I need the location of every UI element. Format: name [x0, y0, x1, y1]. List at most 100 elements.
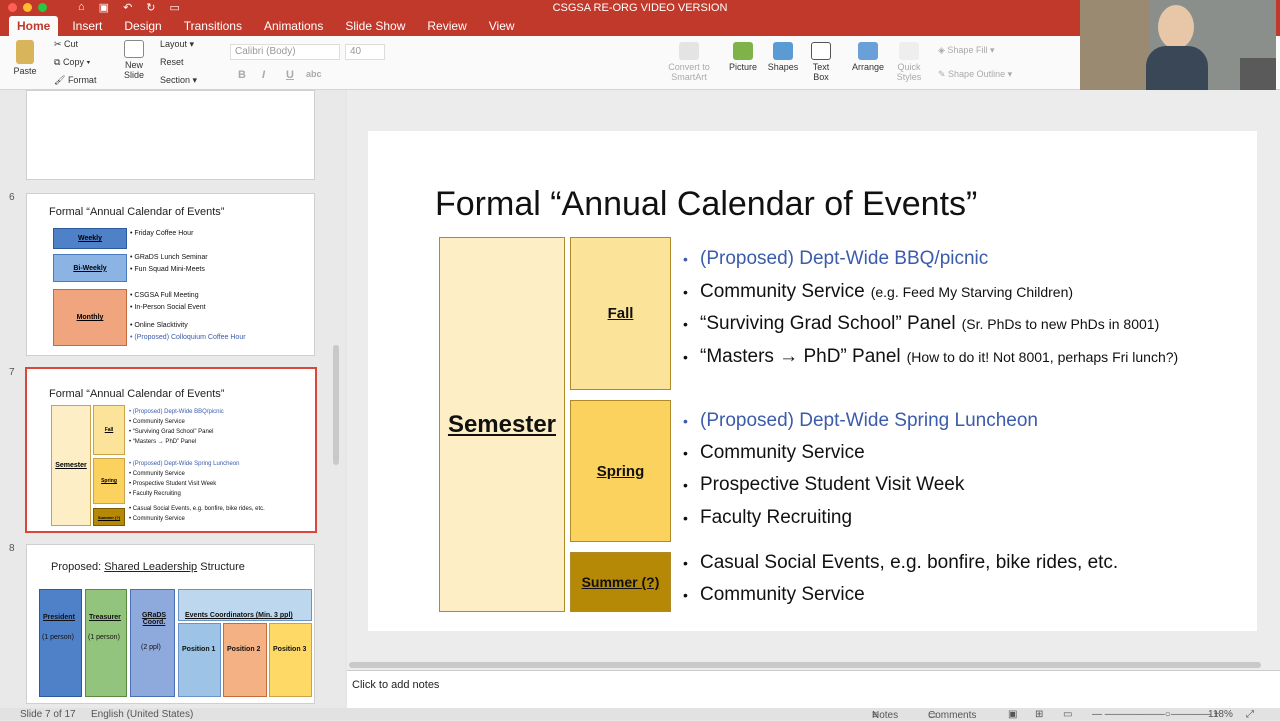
fall-item: • (Proposed) Dept-Wide BBQ/picnic: [683, 248, 989, 269]
main-slide[interactable]: Formal “Annual Calendar of Events” Semes…: [368, 131, 1257, 631]
tab-animations[interactable]: Animations: [256, 16, 331, 36]
arrange-button[interactable]: Arrange: [850, 42, 886, 72]
presenter-face-image: [1158, 5, 1194, 49]
normal-view-icon[interactable]: ▣: [1008, 709, 1017, 720]
thumb-line: • Fun Squad Mini-Meets: [130, 266, 205, 273]
brush-icon: 🖌: [54, 75, 68, 85]
thumb-line: • CSGSA Full Meeting: [130, 292, 199, 299]
slide-thumbnail-7-selected[interactable]: Formal “Annual Calendar of Events” Semes…: [25, 367, 317, 533]
italic-button[interactable]: I: [262, 69, 265, 81]
thumb-line: • Faculty Recruiting: [129, 491, 181, 497]
font-family-select[interactable]: Calibri (Body): [230, 44, 340, 60]
paste-button[interactable]: Paste: [10, 40, 40, 76]
slide-number-6: 6: [9, 192, 15, 203]
picture-button[interactable]: Picture: [728, 42, 758, 72]
thumb-title: Proposed: Shared Leadership Structure: [51, 561, 245, 573]
slide-thumbnail-5[interactable]: [26, 90, 315, 180]
quick-styles-button[interactable]: Quick Styles: [893, 42, 925, 82]
thumb-line: • “Surviving Grad School” Panel: [129, 429, 214, 435]
tab-slide-show[interactable]: Slide Show: [337, 16, 413, 36]
convert-smartart-button[interactable]: Convert to SmartArt: [665, 42, 713, 82]
scroll-thumb[interactable]: [349, 662, 1261, 668]
fall-box[interactable]: Fall: [570, 237, 671, 390]
zoom-slider[interactable]: — ——————○———— +: [1092, 709, 1219, 720]
tab-review[interactable]: Review: [419, 16, 474, 36]
reading-view-icon[interactable]: ▭: [1063, 709, 1072, 720]
thumb-semester-box: Semester: [51, 405, 91, 526]
thumb-spring-box: Spring: [93, 458, 125, 504]
cut-button[interactable]: ✂ Cut: [54, 39, 78, 50]
smartart-icon: [679, 42, 699, 60]
thumb-line: • Community Service: [129, 516, 185, 522]
thumb-weekly-box: Weekly: [53, 228, 127, 249]
section-button[interactable]: Section ▾: [160, 75, 197, 86]
fall-item: • “Surviving Grad School” Panel (Sr. PhDs …: [683, 313, 1160, 334]
thumb-treasurer-box: Treasurer (1 person): [85, 589, 127, 697]
thumb-line: • GRaDS Lunch Seminar: [130, 254, 208, 261]
spring-item: • Faculty Recruiting: [683, 507, 853, 528]
tab-view[interactable]: View: [481, 16, 523, 36]
thumb-line: • Friday Coffee Hour: [130, 230, 194, 237]
slide-thumbnail-8[interactable]: Proposed: Shared Leadership Structure Pr…: [26, 544, 315, 704]
text-box-button[interactable]: Text Box: [808, 42, 834, 82]
thumb-line: • In-Person Social Event: [130, 304, 206, 311]
language-indicator[interactable]: English (United States): [91, 709, 193, 720]
tab-transitions[interactable]: Transitions: [176, 16, 250, 36]
webcam-overlay: [1080, 0, 1276, 104]
thumb-position-3-box: Position 3: [269, 623, 312, 697]
semester-box[interactable]: Semester: [439, 237, 565, 612]
slide-sorter-icon[interactable]: ⊞: [1035, 709, 1043, 720]
zoom-level[interactable]: 118%: [1208, 709, 1233, 720]
reset-button[interactable]: Reset: [160, 57, 184, 67]
thumb-line: • (Proposed) Colloquium Coffee Hour: [130, 334, 246, 341]
thumb-line: • Community Service: [129, 471, 185, 477]
slide-number-8: 8: [9, 543, 15, 554]
underline-button[interactable]: U: [286, 69, 294, 81]
slide-thumbnail-6[interactable]: Formal “Annual Calendar of Events” Weekl…: [26, 193, 315, 356]
clipboard-icon: [16, 40, 34, 64]
thumb-president-box: President (1 person): [39, 589, 82, 697]
shapes-icon: [773, 42, 793, 60]
thumb-position-2-box: Position 2: [223, 623, 267, 697]
thumb-line: • Online Slacktivity: [130, 322, 188, 329]
summer-item: • Casual Social Events, e.g. bonfire, bik…: [683, 552, 1119, 573]
layout-button[interactable]: Layout ▾: [160, 39, 194, 50]
scissors-icon: ✂: [54, 39, 65, 49]
thumb-line: • (Proposed) Dept-Wide BBQ/picnic: [129, 409, 224, 415]
thumbnail-scrollbar[interactable]: [333, 345, 339, 465]
bold-button[interactable]: B: [238, 69, 246, 81]
font-size-select[interactable]: 40: [345, 44, 385, 60]
copy-button[interactable]: ⧉ Copy ▾: [54, 57, 90, 68]
summer-item: • Community Service: [683, 584, 865, 605]
fit-window-icon[interactable]: ⤢: [1246, 709, 1254, 720]
shape-outline-button[interactable]: ✎ Shape Outline ▾: [938, 69, 1012, 80]
strikethrough-button[interactable]: abc: [306, 69, 322, 79]
text-box-icon: [811, 42, 831, 60]
notes-field[interactable]: Click to add notes: [347, 670, 1280, 708]
fall-item: • Community Service (e.g. Feed My Starving…: [683, 281, 1074, 302]
thumb-fall-box: Fall: [93, 405, 125, 455]
summer-box[interactable]: Summer (?): [570, 552, 671, 612]
slide-number-7: 7: [9, 367, 15, 378]
thumb-grads-box: GRaDS Coord. (2 ppl): [130, 589, 175, 697]
thumb-line: • Casual Social Events, e.g. bonfire, bi…: [129, 506, 265, 512]
slide-title[interactable]: Formal “Annual Calendar of Events”: [435, 185, 977, 224]
spring-item: • Prospective Student Visit Week: [683, 474, 965, 495]
arrange-icon: [858, 42, 878, 60]
paint-bucket-icon: ◈: [938, 45, 948, 55]
tab-home[interactable]: Home: [9, 16, 59, 36]
horizontal-scrollbar[interactable]: [347, 660, 1280, 670]
thumb-summer-box: Summer (?): [93, 508, 125, 526]
spring-box[interactable]: Spring: [570, 400, 671, 542]
thumb-line: • Prospective Student Visit Week: [129, 481, 217, 487]
thumb-title: Formal “Annual Calendar of Events”: [49, 388, 225, 400]
format-painter-button[interactable]: 🖌 Format: [54, 75, 96, 86]
shape-fill-button[interactable]: ◈ Shape Fill ▾: [938, 45, 994, 56]
slide-thumbnail-pane[interactable]: 6 Formal “Annual Calendar of Events” Wee…: [0, 90, 345, 708]
quick-styles-icon: [899, 42, 919, 60]
shapes-button[interactable]: Shapes: [767, 42, 799, 72]
new-slide-button[interactable]: New Slide: [118, 40, 150, 80]
tab-insert[interactable]: Insert: [64, 16, 110, 36]
thumb-line: • Community Service: [129, 419, 185, 425]
tab-design[interactable]: Design: [116, 16, 169, 36]
